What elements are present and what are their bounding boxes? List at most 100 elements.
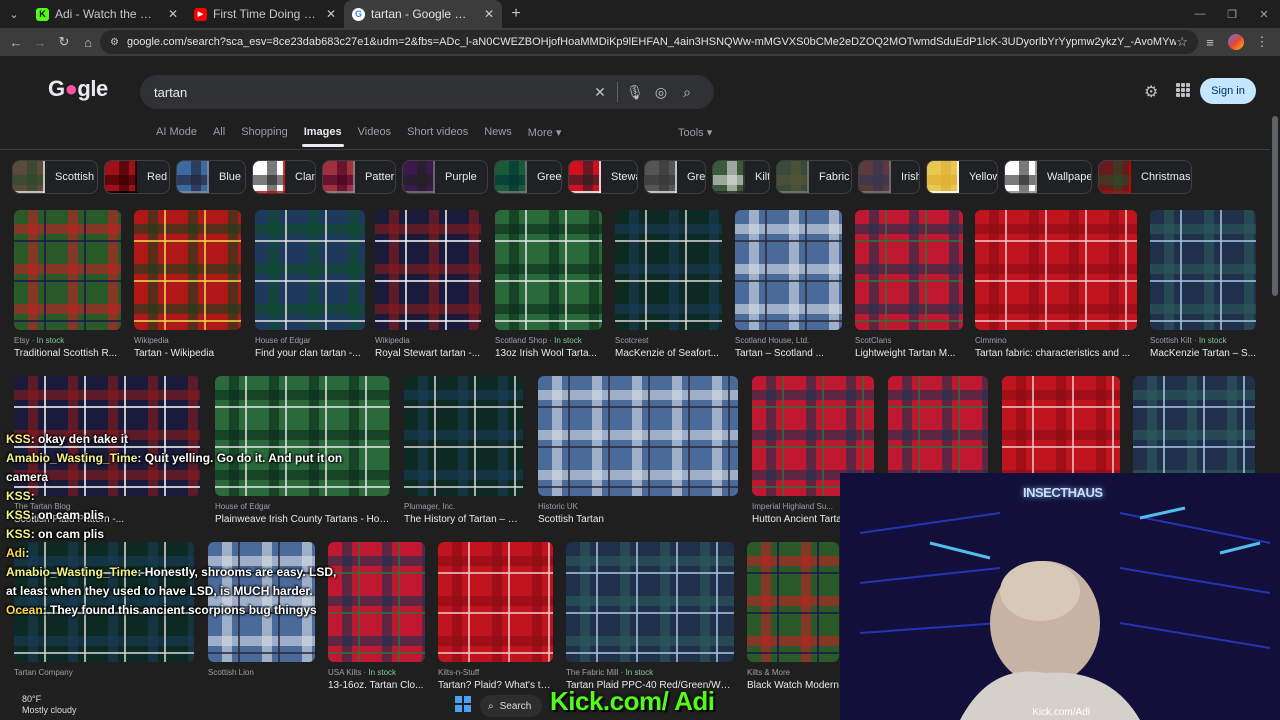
maximize-icon[interactable]: ❐ [1216, 0, 1248, 28]
result-title[interactable]: MacKenzie of Seafort... [615, 348, 722, 359]
result-source[interactable]: Scotland House, Ltd. [735, 336, 842, 345]
chip-wallpaper[interactable]: Wallpaper [1004, 160, 1092, 194]
google-apps-icon[interactable] [1176, 83, 1190, 97]
tab-close-icon[interactable]: ✕ [326, 7, 336, 21]
result-source[interactable]: The Fabric Mill · In stock [566, 668, 734, 677]
sign-in-button[interactable]: Sign in [1200, 78, 1256, 104]
chip-grey[interactable]: Grey [644, 160, 706, 194]
result-source[interactable]: USA Kilts · In stock [328, 668, 425, 677]
tools-button[interactable]: Tools ▾ [678, 126, 712, 139]
chip-irish[interactable]: Irish [858, 160, 920, 194]
result-source[interactable]: Etsy · In stock [14, 336, 121, 345]
profile-avatar[interactable] [1228, 34, 1244, 50]
chip-purple[interactable]: Purple [402, 160, 488, 194]
result-source[interactable]: Wikipedia [375, 336, 481, 345]
tab-search-button[interactable]: ⌄ [0, 0, 28, 28]
tab-all[interactable]: All [205, 126, 233, 147]
image-result[interactable] [438, 542, 553, 662]
result-source[interactable]: Scotland Shop · In stock [495, 336, 602, 345]
result-source[interactable]: Scotcrest [615, 336, 722, 345]
close-window-icon[interactable]: ✕ [1248, 0, 1280, 28]
new-tab-button[interactable]: + [502, 0, 530, 28]
reload-icon[interactable]: ↻ [52, 30, 76, 54]
tab-images[interactable]: Images [296, 126, 350, 147]
tab-shopping[interactable]: Shopping [233, 126, 296, 147]
result-source[interactable]: Wikipedia [134, 336, 241, 345]
chip-green[interactable]: Green [494, 160, 562, 194]
result-source[interactable]: Tartan Company [14, 668, 194, 677]
home-icon[interactable]: ⌂ [76, 30, 100, 54]
chip-pattern[interactable]: Pattern [322, 160, 396, 194]
result-title[interactable]: The History of Tartan – Pl... [404, 514, 523, 525]
reading-list-icon[interactable]: ≡ [1198, 30, 1222, 54]
result-source[interactable]: ScotClans [855, 336, 963, 345]
page-scrollbar[interactable] [1272, 116, 1278, 296]
clear-icon[interactable]: ✕ [587, 84, 613, 101]
taskbar-search[interactable]: ⌕ Search [480, 695, 542, 717]
chip-clan[interactable]: Clan [252, 160, 316, 194]
chip-stewart[interactable]: Stewart [568, 160, 638, 194]
result-source[interactable]: Cimmino [975, 336, 1137, 345]
forward-arrow-icon[interactable]: → [28, 30, 52, 54]
chip-kilt[interactable]: Kilt [712, 160, 770, 194]
minimize-icon[interactable]: — [1184, 0, 1216, 28]
chip-red[interactable]: Red [104, 160, 170, 194]
chip-yellow[interactable]: Yellow [926, 160, 998, 194]
microphone-icon[interactable]: 🎙 [622, 84, 648, 101]
image-result[interactable] [975, 210, 1137, 330]
result-title[interactable]: Lightweight Tartan M... [855, 348, 963, 359]
image-result[interactable] [495, 210, 602, 330]
image-result[interactable] [566, 542, 734, 662]
back-arrow-icon[interactable]: ← [4, 30, 28, 54]
lens-camera-icon[interactable]: ◎ [648, 84, 674, 101]
address-bar[interactable]: ⚙ google.com/search?sca_esv=8ce23dab683c… [100, 30, 1198, 54]
chip-fabric[interactable]: Fabric [776, 160, 852, 194]
image-result[interactable] [538, 376, 738, 496]
result-title[interactable]: 13oz Irish Wool Tarta... [495, 348, 602, 359]
tab-more[interactable]: More ▾ [520, 126, 570, 147]
google-logo[interactable]: G●gle [48, 76, 108, 102]
search-icon[interactable]: ⌕ [674, 84, 700, 101]
tab-close-icon[interactable]: ✕ [484, 7, 494, 21]
result-source[interactable]: Kilts-n-Stuff [438, 668, 553, 677]
image-result[interactable] [404, 376, 523, 496]
chip-blue[interactable]: Blue [176, 160, 246, 194]
image-result[interactable] [615, 210, 722, 330]
tab-close-icon[interactable]: ✕ [168, 7, 178, 21]
result-source[interactable]: Scottish Lion [208, 668, 315, 677]
site-info-icon[interactable]: ⚙ [110, 37, 119, 48]
tab-ai-mode[interactable]: AI Mode [148, 126, 205, 147]
image-result[interactable] [855, 210, 963, 330]
browser-tab-youtube[interactable]: ▶ First Time Doing Mushrooms - ✕ [186, 0, 344, 28]
result-title[interactable]: Tartan - Wikipedia [134, 348, 241, 359]
chip-christmas[interactable]: Christmas [1098, 160, 1192, 194]
image-result[interactable] [375, 210, 481, 330]
image-result[interactable] [735, 210, 842, 330]
image-result[interactable] [14, 210, 121, 330]
menu-kebab-icon[interactable]: ⋮ [1250, 30, 1274, 54]
image-result[interactable] [134, 210, 241, 330]
tab-short-videos[interactable]: Short videos [399, 126, 476, 147]
result-title[interactable]: Royal Stewart tartan -... [375, 348, 481, 359]
result-source[interactable]: Plumager, Inc. [404, 502, 523, 511]
windows-start-icon[interactable] [455, 696, 471, 712]
bookmark-star-icon[interactable]: ☆ [1176, 34, 1188, 50]
result-title[interactable]: Find your clan tartan -... [255, 348, 365, 359]
settings-gear-icon[interactable]: ⚙ [1144, 82, 1158, 102]
result-source[interactable]: Historic UK [538, 502, 738, 511]
result-title[interactable]: Traditional Scottish R... [14, 348, 121, 359]
search-box[interactable]: tartan ✕ 🎙 ◎ ⌕ [140, 75, 714, 109]
browser-tab-kick[interactable]: K Adi - Watch the VOD on Kick ✕ [28, 0, 186, 28]
search-input[interactable]: tartan [154, 85, 587, 100]
image-result[interactable] [747, 542, 839, 662]
result-source[interactable]: Scottish Kilt · In stock [1150, 336, 1256, 345]
tab-videos[interactable]: Videos [350, 126, 399, 147]
weather-widget[interactable]: 80°F Mostly cloudy [22, 694, 77, 716]
tab-news[interactable]: News [476, 126, 520, 147]
result-title[interactable]: Scottish Tartan [538, 514, 738, 525]
result-title[interactable]: Tartan fabric: characteristics and ... [975, 348, 1137, 359]
result-source[interactable]: Kilts & More [747, 668, 839, 677]
image-result[interactable] [1150, 210, 1256, 330]
result-title[interactable]: Tartan – Scotland ... [735, 348, 842, 359]
chip-scottish[interactable]: Scottish [12, 160, 98, 194]
